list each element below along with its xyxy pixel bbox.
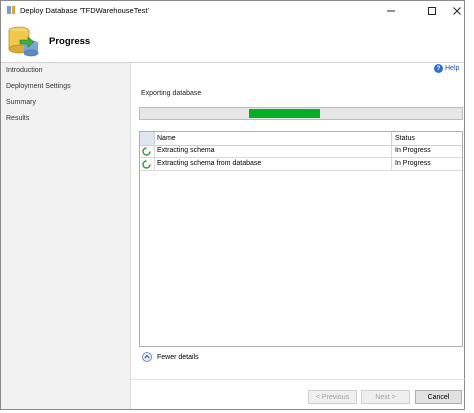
grid-header: Name Status <box>140 132 462 146</box>
row-status: In Progress <box>391 145 431 157</box>
progress-status-label: Exporting database <box>141 90 202 97</box>
column-divider <box>391 132 392 145</box>
spinner-icon <box>142 147 151 156</box>
minimize-icon <box>387 10 395 11</box>
column-header-name[interactable]: Name <box>157 135 176 142</box>
sidebar-item-summary[interactable]: Summary <box>6 99 36 106</box>
previous-button[interactable]: < Previous <box>308 390 357 404</box>
page-title: Progress <box>49 36 91 47</box>
deploy-database-window: Deploy Database 'TFDWarehouseTest' Progr… <box>0 0 465 410</box>
collapse-chevron-icon <box>142 352 152 362</box>
title-bar: Deploy Database 'TFDWarehouseTest' <box>1 1 464 20</box>
database-export-icon <box>8 26 39 57</box>
close-button[interactable] <box>442 1 472 20</box>
row-name: Extracting schema from database <box>154 158 392 170</box>
footer-divider <box>130 379 465 380</box>
minimize-button[interactable] <box>376 1 406 20</box>
cancel-button[interactable]: Cancel <box>415 390 462 404</box>
help-icon: ? <box>434 64 443 73</box>
row-status: In Progress <box>391 158 431 170</box>
row-name: Extracting schema <box>154 145 392 157</box>
table-row[interactable]: Extracting schema from database In Progr… <box>140 158 462 171</box>
progress-bar <box>139 107 463 120</box>
fewer-details-label: Fewer details <box>157 353 199 361</box>
next-button[interactable]: Next > <box>361 390 410 404</box>
fewer-details-toggle[interactable]: Fewer details <box>142 352 199 362</box>
sidebar-item-deployment-settings[interactable]: Deployment Settings <box>6 83 71 90</box>
sidebar-item-introduction[interactable]: Introduction <box>6 67 43 74</box>
progress-grid: Name Status Extracting schema In Progres… <box>139 131 463 347</box>
help-label: Help <box>445 65 460 72</box>
wizard-header: Progress <box>1 20 464 63</box>
app-icon <box>6 5 16 15</box>
wizard-sidebar: Introduction Deployment Settings Summary… <box>1 63 131 409</box>
row-selector-header <box>140 132 155 145</box>
spinner-icon <box>142 160 151 169</box>
column-header-status[interactable]: Status <box>395 135 415 142</box>
close-icon <box>453 6 461 15</box>
progress-fill <box>249 109 320 118</box>
table-row[interactable]: Extracting schema In Progress <box>140 145 462 158</box>
window-title: Deploy Database 'TFDWarehouseTest' <box>20 6 149 15</box>
sidebar-item-results[interactable]: Results <box>6 115 29 122</box>
help-link[interactable]: ? Help <box>434 64 459 73</box>
maximize-icon <box>428 6 436 15</box>
